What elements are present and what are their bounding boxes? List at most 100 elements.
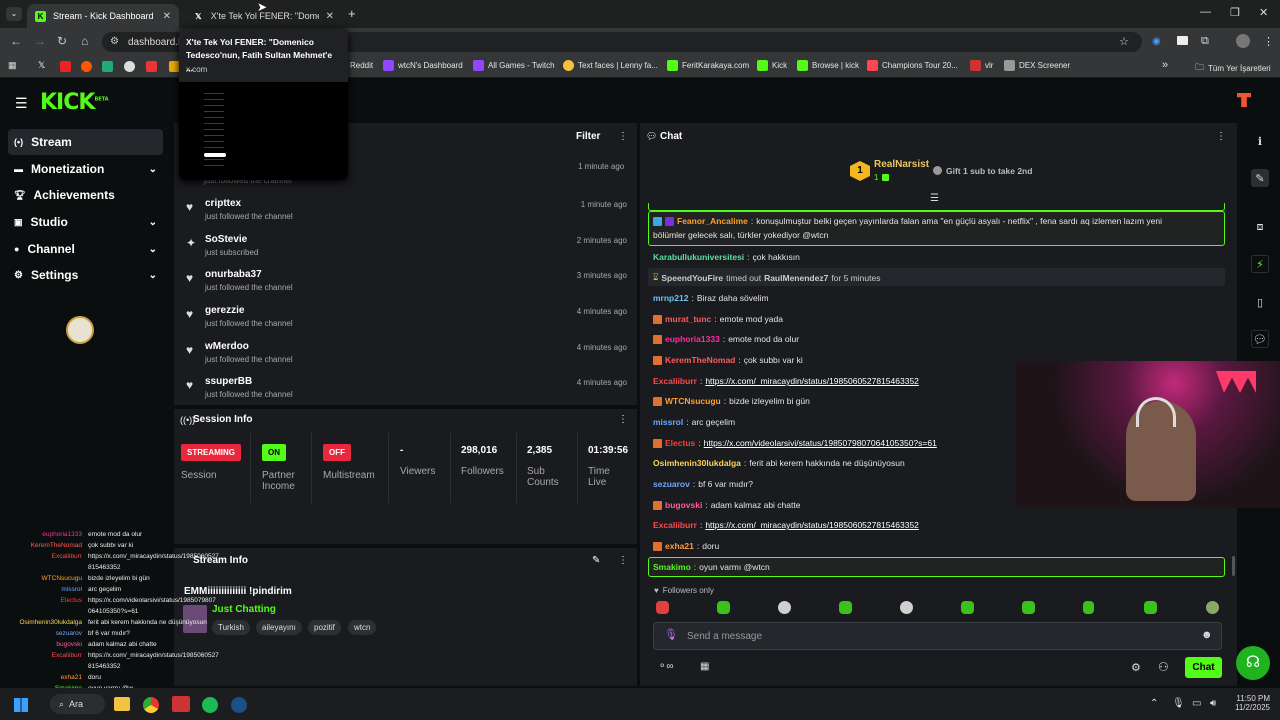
tab-list-icon[interactable]: ⌄ [6, 7, 22, 21]
send-chat-button[interactable]: Chat [1185, 657, 1222, 678]
bookmark-text-faces[interactable]: Text faces | Lenny fa... [563, 60, 658, 71]
chat-scrollbar[interactable] [1232, 556, 1235, 576]
emote-icon[interactable] [900, 601, 913, 614]
back-icon[interactable]: ← [10, 34, 22, 48]
reload-icon[interactable]: ↻ [57, 34, 67, 48]
more-options-icon[interactable]: ⋮ [618, 131, 628, 142]
bookmark-kick[interactable]: Kick [757, 60, 787, 71]
store-icon[interactable]: ▦ [700, 661, 709, 672]
bookmark-feritkarakaya[interactable]: FeritKarakaya.com [667, 60, 749, 71]
close-tab-icon[interactable]: ✕ [326, 11, 334, 22]
bookmark-icon[interactable] [146, 61, 157, 72]
emote-icon[interactable] [1206, 601, 1219, 614]
apps-grid-icon[interactable]: ▦ [8, 60, 17, 71]
emote-icon[interactable] [778, 601, 791, 614]
more-options-icon[interactable]: ⋮ [618, 555, 628, 566]
bookmark-wtcn-dashboard[interactable]: wtcN's Dashboard [383, 60, 463, 71]
filter-button[interactable]: Filter [576, 131, 600, 142]
edit-pencil-icon[interactable]: ✎ [1251, 169, 1269, 187]
microphone-icon[interactable]: 🎙︎ [664, 628, 678, 641]
tray-expand-icon[interactable]: ⌃ [1150, 698, 1158, 709]
chrome-icon[interactable] [143, 697, 159, 713]
leader-name[interactable]: RealNarsist [874, 159, 929, 170]
bookmark-star-icon[interactable]: ☆ [1119, 35, 1129, 48]
edit-pencil-icon[interactable]: ✎ [592, 555, 600, 566]
bookmark-dex-screener[interactable]: DEX Screener [1004, 60, 1070, 71]
more-options-icon[interactable]: ⋮ [1216, 131, 1226, 142]
nav-monetization[interactable]: ▬ Monetization ⌄ [8, 156, 163, 182]
more-options-icon[interactable]: ⋮ [618, 414, 628, 425]
bookmark-icon[interactable] [102, 61, 113, 72]
file-explorer-icon[interactable] [114, 697, 130, 711]
gift-prompt[interactable]: Gift 1 sub to take 2nd [946, 166, 1032, 176]
clock[interactable]: 11:50 PM 11/2/2025 [1230, 694, 1270, 712]
nav-settings[interactable]: ⚙ Settings ⌄ [8, 262, 163, 288]
app-icon[interactable] [172, 696, 190, 712]
forward-icon[interactable]: → [34, 34, 46, 48]
close-tab-icon[interactable]: ✕ [163, 11, 171, 22]
browser-menu-icon[interactable]: ⋮ [1263, 35, 1274, 48]
steam-icon[interactable] [231, 697, 247, 713]
event-username[interactable]: cripttex [205, 198, 241, 209]
emote-icon[interactable] [1022, 601, 1035, 614]
emote-icon[interactable] [1144, 601, 1157, 614]
emote-icon[interactable] [1083, 601, 1094, 614]
bookmark-vlr[interactable]: vlr [970, 60, 993, 71]
event-username[interactable]: SoStevie [205, 234, 247, 245]
message-link[interactable]: https://x.com/_miracaydin/status/1985060… [705, 376, 919, 386]
info-icon[interactable]: ℹ [1251, 132, 1269, 150]
event-username[interactable]: ssuperBB [205, 376, 252, 387]
new-tab-button[interactable]: + [348, 6, 356, 21]
bookmark-youtube-icon[interactable] [60, 61, 71, 72]
network-icon[interactable]: ▭ [1192, 698, 1201, 709]
kick-logo[interactable]: KICKBETA [40, 90, 109, 115]
minimize-icon[interactable]: — [1200, 6, 1211, 18]
bookmark-x-icon[interactable]: 𝕏 [38, 60, 45, 71]
users-icon[interactable]: ⚇ [1158, 660, 1169, 674]
emote-icon[interactable] [656, 601, 669, 614]
volume-icon[interactable]: 🔊︎ [1210, 698, 1216, 709]
event-username[interactable]: gerezzie [205, 305, 244, 316]
microphone-icon[interactable]: 🎙︎ [1172, 698, 1185, 709]
emote-icon[interactable] [839, 601, 852, 614]
site-info-icon[interactable]: ⚙ [110, 36, 119, 47]
taskbar-search[interactable]: ⌕ Ara [50, 694, 105, 714]
extension-icon[interactable]: ◉ [1152, 36, 1161, 47]
close-window-icon[interactable]: ✕ [1259, 6, 1268, 19]
bookmark-chrome-icon[interactable] [124, 61, 135, 72]
chat-input-placeholder[interactable]: Send a message [687, 631, 762, 642]
bookmark-reddit-icon[interactable] [81, 61, 92, 72]
screenshot-icon[interactable]: ⧈ [1251, 218, 1269, 236]
hamburger-menu-icon[interactable]: ☰ [15, 95, 28, 112]
partner-income-badge[interactable]: ON [262, 444, 286, 461]
windows-start-icon[interactable] [14, 698, 28, 712]
channel-avatar[interactable] [66, 316, 94, 344]
message-link[interactable]: https://x.com/videolarsivi/status/198507… [704, 438, 937, 448]
nav-achievements[interactable]: 🏆︎ Achievements [8, 182, 163, 208]
profile-avatar[interactable] [1236, 34, 1250, 48]
event-username[interactable]: onurbaba37 [205, 269, 262, 280]
all-bookmarks[interactable]: 🗀 Tüm Yer İşaretleri [1195, 60, 1271, 76]
chat-settings-gear-icon[interactable]: ⚙ [1131, 661, 1141, 674]
emote-icon[interactable] [961, 601, 974, 614]
nav-stream[interactable]: (•) Stream [8, 129, 163, 155]
multistream-badge[interactable]: OFF [323, 444, 351, 461]
more-bookmarks-icon[interactable]: » [1162, 59, 1168, 71]
bookmark-champions-tour[interactable]: Champions Tour 20... [867, 60, 958, 71]
nav-studio[interactable]: ▣ Studio ⌄ [8, 209, 163, 235]
chat-tools-icon[interactable]: ⚬∞ [658, 661, 674, 672]
spotify-icon[interactable] [202, 697, 218, 713]
tab-kick-dashboard[interactable]: K Stream - Kick Dashboard ✕ [27, 4, 179, 28]
maximize-icon[interactable]: ❐ [1230, 6, 1240, 19]
document-icon[interactable]: ▯ [1251, 293, 1269, 311]
home-icon[interactable]: ⌂ [81, 34, 88, 48]
nav-channel[interactable]: ● Channel ⌄ [8, 236, 163, 262]
support-headset-icon[interactable]: ☊ [1236, 646, 1270, 680]
extensions-puzzle-icon[interactable]: ⧉ [1201, 35, 1209, 48]
bookmark-all-games-twitch[interactable]: All Games - Twitch [473, 60, 555, 71]
lightning-icon[interactable]: ⚡︎ [1251, 255, 1269, 273]
extension-icon[interactable] [1177, 36, 1188, 45]
emoji-icon[interactable]: ☻ [1201, 629, 1213, 641]
chat-bubble-icon[interactable]: 💬︎ [1251, 330, 1269, 348]
message-link[interactable]: https://x.com/_miracaydin/status/1985060… [705, 520, 919, 530]
